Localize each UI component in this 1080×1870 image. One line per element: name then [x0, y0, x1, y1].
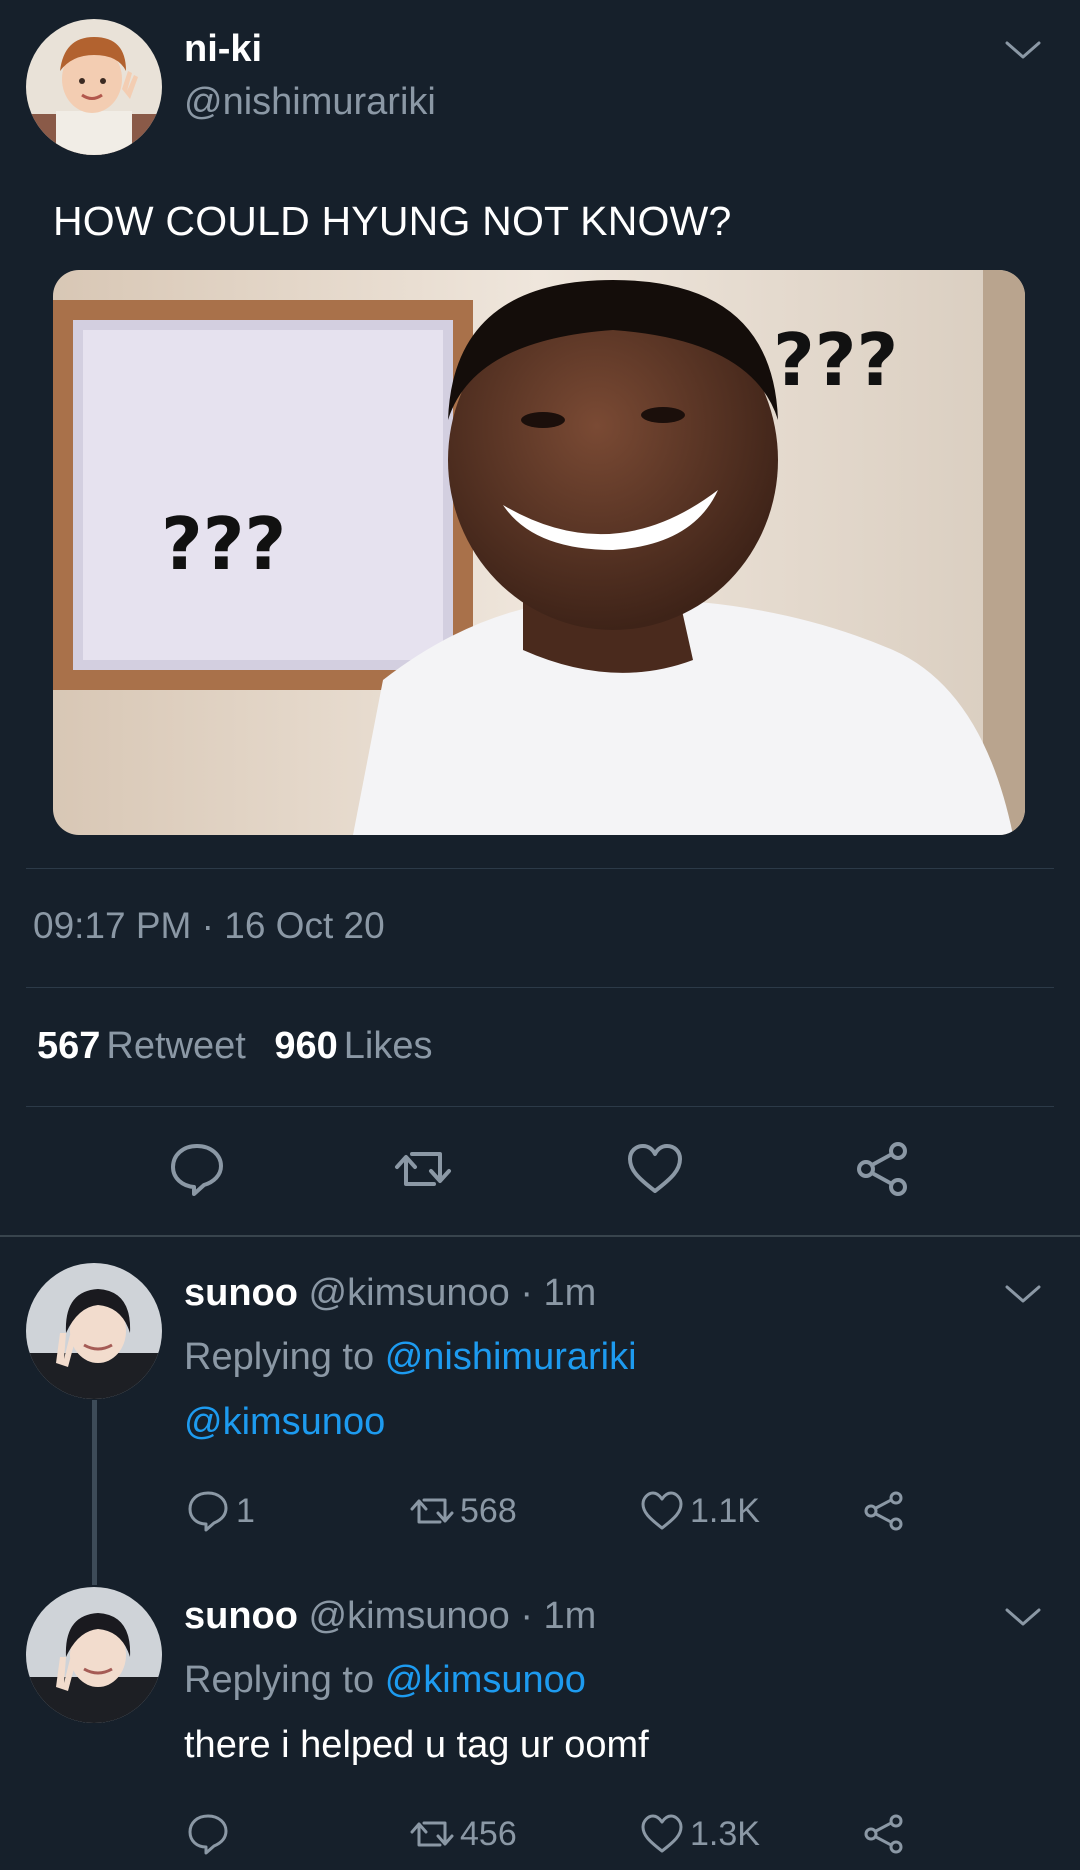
reply-1-meta: sunoo @kimsunoo · 1m: [184, 1272, 596, 1315]
thread-connector: [92, 1400, 97, 1585]
reply-1-reply-count: 1: [236, 1491, 255, 1530]
media-text-left: ???: [161, 502, 287, 586]
retweet-icon: [410, 1498, 454, 1524]
reply-2-time: · 1m: [520, 1595, 597, 1637]
share-icon: [864, 1814, 903, 1854]
replying-to-mention[interactable]: @kimsunoo: [385, 1659, 586, 1701]
reply-1-like-count: 1.1K: [690, 1491, 760, 1530]
tweet-timestamp: 09:17 PM · 16 Oct 20: [33, 905, 385, 946]
replying-label: Replying to: [184, 1336, 375, 1378]
retweet-label[interactable]: Retweet: [106, 1025, 245, 1067]
media-text-right: ???: [773, 318, 899, 402]
heart-icon[interactable]: [626, 1140, 684, 1198]
reply-2-retweet-count: 456: [460, 1814, 517, 1853]
reply-2-share-button[interactable]: [862, 1812, 912, 1856]
retweet-icon: [410, 1821, 454, 1847]
reply-1-body-mention[interactable]: @kimsunoo: [184, 1401, 385, 1443]
reply-icon[interactable]: [168, 1140, 226, 1198]
reply-icon: [188, 1814, 228, 1855]
reply-2-meta: sunoo @kimsunoo · 1m: [184, 1595, 596, 1638]
tweet-media-image[interactable]: ??? ???: [53, 270, 1025, 835]
reply-2-like-button[interactable]: 1.3K: [640, 1812, 760, 1856]
divider: [0, 1235, 1080, 1237]
avatar-sunoo[interactable]: [26, 1263, 162, 1399]
heart-icon: [641, 1814, 683, 1853]
chevron-down-icon[interactable]: [1003, 39, 1043, 63]
divider: [26, 1106, 1054, 1107]
replying-to-mention[interactable]: @nishimurariki: [385, 1336, 637, 1378]
author-display-name[interactable]: ni-ki: [184, 28, 262, 71]
chevron-down-icon[interactable]: [1003, 1606, 1043, 1630]
divider: [26, 987, 1054, 988]
reply-2-like-count: 1.3K: [690, 1814, 760, 1853]
replying-label: Replying to: [184, 1659, 375, 1701]
reply-1-retweet-count: 568: [460, 1491, 517, 1530]
author-handle[interactable]: @nishimurariki: [184, 81, 436, 124]
reply-2-body: there i helped u tag ur oomf: [184, 1724, 649, 1766]
heart-icon: [641, 1491, 683, 1530]
reply-1-like-button[interactable]: 1.1K: [640, 1489, 760, 1533]
like-label[interactable]: Likes: [344, 1025, 433, 1067]
tweet-stats: 567 Retweet 960 Likes: [37, 1025, 451, 1068]
avatar-niki[interactable]: [26, 19, 162, 155]
retweet-icon[interactable]: [394, 1140, 452, 1198]
reply-1-handle[interactable]: @kimsunoo: [309, 1272, 510, 1314]
reply-1-share-button[interactable]: [862, 1489, 912, 1533]
chevron-down-icon[interactable]: [1003, 1283, 1043, 1307]
retweet-count[interactable]: 567: [37, 1025, 100, 1067]
reply-2-replying-to: Replying to @kimsunoo: [184, 1659, 586, 1702]
like-count[interactable]: 960: [274, 1025, 337, 1067]
divider: [26, 868, 1054, 869]
share-icon: [864, 1491, 903, 1531]
reply-1-display-name[interactable]: sunoo: [184, 1272, 298, 1314]
reply-1-body: @kimsunoo: [184, 1401, 385, 1444]
reply-2-handle[interactable]: @kimsunoo: [309, 1595, 510, 1637]
reply-2-retweet-button[interactable]: 456: [410, 1812, 517, 1856]
tweet-text: HOW COULD HYUNG NOT KNOW?: [53, 198, 732, 244]
reply-icon: [188, 1491, 228, 1532]
reply-2-reply-button[interactable]: [186, 1812, 236, 1856]
reply-1-replying-to: Replying to @nishimurariki: [184, 1336, 637, 1379]
avatar-sunoo[interactable]: [26, 1587, 162, 1723]
reply-2-display-name[interactable]: sunoo: [184, 1595, 298, 1637]
reply-1-time: · 1m: [520, 1272, 597, 1314]
share-icon[interactable]: [854, 1140, 912, 1198]
reply-1-retweet-button[interactable]: 568: [410, 1489, 517, 1533]
reply-1-reply-button[interactable]: 1: [186, 1489, 255, 1533]
